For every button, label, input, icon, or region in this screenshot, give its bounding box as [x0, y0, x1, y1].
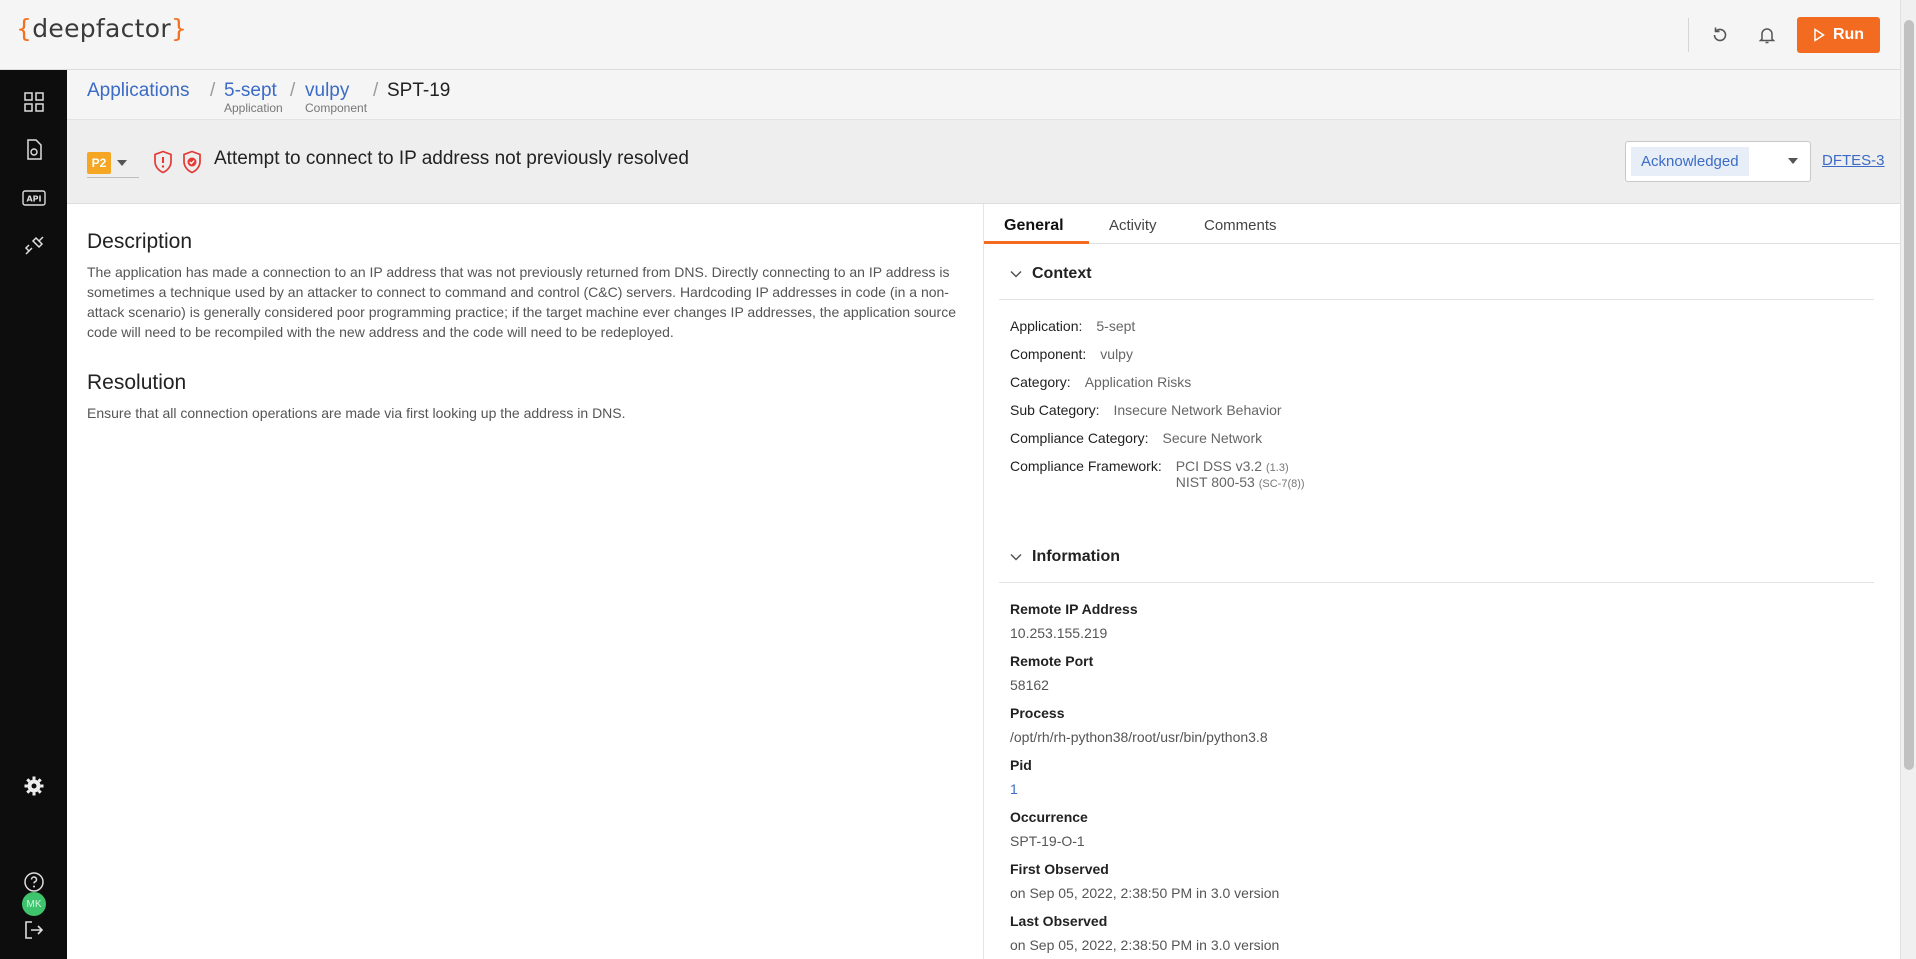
description-text: The application has made a connection to… [87, 264, 956, 340]
sidebar: API MK [0, 70, 67, 959]
tab-bar: General Activity Comments [984, 204, 1901, 244]
issue-header: P2 Attempt to connect to IP address not … [67, 120, 1900, 204]
context-row: Sub Category: Insecure Network Behavior [1010, 402, 1282, 418]
breadcrumb-separator: / [290, 80, 296, 101]
issue-title: Attempt to connect to IP address not pre… [214, 148, 689, 169]
bell-icon[interactable] [1754, 22, 1780, 48]
info-value: /opt/rh/rh-python38/root/usr/bin/python3… [1010, 729, 1268, 745]
info-value: on Sep 05, 2022, 2:38:50 PM in 3.0 versi… [1010, 885, 1280, 901]
breadcrumb-component-sub: Component [305, 101, 368, 115]
top-bar: {deepfactor} Run [0, 0, 1900, 70]
context-row: Component: vulpy [1010, 346, 1133, 362]
help-icon[interactable] [20, 868, 48, 896]
info-label: Remote IP Address [1010, 601, 1138, 617]
pid-link[interactable]: 1 [1010, 781, 1018, 797]
alert-shield-icon [152, 150, 174, 179]
priority-dropdown[interactable]: P2 [87, 148, 139, 178]
resolution-text: Ensure that all connection operations ar… [87, 405, 626, 421]
ticket-link[interactable]: DFTES-3 [1822, 152, 1885, 169]
info-label: Remote Port [1010, 653, 1094, 669]
priority-badge: P2 [87, 151, 111, 174]
caret-down-icon [1788, 158, 1798, 164]
issue-details-panel: Description The application has made a c… [67, 204, 983, 959]
active-tab-indicator [984, 241, 1089, 244]
details-side-panel: General Activity Comments Context Applic… [983, 204, 1901, 959]
breadcrumb: Applications / 5-sept Application / vulp… [67, 70, 1900, 120]
breadcrumb-separator: / [210, 80, 216, 101]
status-dropdown[interactable]: Acknowledged [1625, 141, 1811, 182]
file-icon[interactable] [20, 136, 48, 164]
info-label: Process [1010, 705, 1065, 721]
deepfactor-logo[interactable]: {deepfactor} [16, 14, 187, 43]
api-icon[interactable]: API [20, 184, 48, 212]
page-scrollbar[interactable] [1900, 0, 1916, 959]
svg-text:API: API [26, 195, 41, 204]
context-row: Category: Application Risks [1010, 374, 1192, 390]
breadcrumb-component[interactable]: vulpy [305, 80, 349, 102]
gear-icon[interactable] [20, 772, 48, 800]
info-label: Last Observed [1010, 913, 1108, 929]
breadcrumb-applications[interactable]: Applications [87, 80, 189, 102]
info-value: on Sep 05, 2022, 2:38:50 PM in 3.0 versi… [1010, 937, 1280, 953]
section-divider [999, 299, 1874, 300]
compliance-framework-row: Compliance Framework: PCI DSS v3.2 (1.3)… [1010, 458, 1305, 490]
breadcrumb-current: SPT-19 [387, 80, 451, 101]
verified-shield-icon [181, 150, 203, 179]
integrations-icon[interactable] [20, 232, 48, 260]
framework-pci: PCI DSS v3.2 [1175, 458, 1263, 474]
resolution-heading: Resolution [87, 371, 187, 394]
tab-comments[interactable]: Comments [1204, 217, 1277, 234]
section-divider [999, 582, 1874, 583]
chevron-down-icon [1010, 270, 1022, 278]
breadcrumb-application[interactable]: 5-sept [224, 80, 277, 102]
breadcrumb-application-sub: Application [224, 101, 283, 115]
info-label: First Observed [1010, 861, 1109, 877]
context-section-toggle[interactable]: Context [1010, 265, 1092, 283]
play-icon [1814, 28, 1825, 42]
framework-nist: NIST 800-53 [1175, 474, 1255, 490]
chevron-down-icon [1010, 553, 1022, 561]
info-value: SPT-19-O-1 [1010, 833, 1085, 849]
status-chip: Acknowledged [1631, 147, 1749, 176]
scrollbar-thumb[interactable] [1904, 20, 1914, 770]
information-section-toggle[interactable]: Information [1010, 548, 1120, 566]
info-label: Pid [1010, 757, 1032, 773]
tab-general[interactable]: General [1004, 217, 1064, 235]
info-value: 10.253.155.219 [1010, 625, 1108, 641]
toolbar-divider [1688, 18, 1689, 52]
description-heading: Description [87, 230, 193, 253]
run-button[interactable]: Run [1797, 17, 1880, 53]
refresh-icon[interactable] [1707, 22, 1733, 48]
breadcrumb-separator: / [373, 80, 379, 101]
info-label: Occurrence [1010, 809, 1088, 825]
context-row: Compliance Category: Secure Network [1010, 430, 1263, 446]
info-value: 58162 [1010, 677, 1049, 693]
tab-activity[interactable]: Activity [1109, 217, 1157, 234]
dashboard-icon[interactable] [20, 88, 48, 116]
logout-icon[interactable] [20, 916, 48, 944]
context-row: Application: 5-sept [1010, 318, 1136, 334]
caret-down-icon [117, 159, 127, 166]
